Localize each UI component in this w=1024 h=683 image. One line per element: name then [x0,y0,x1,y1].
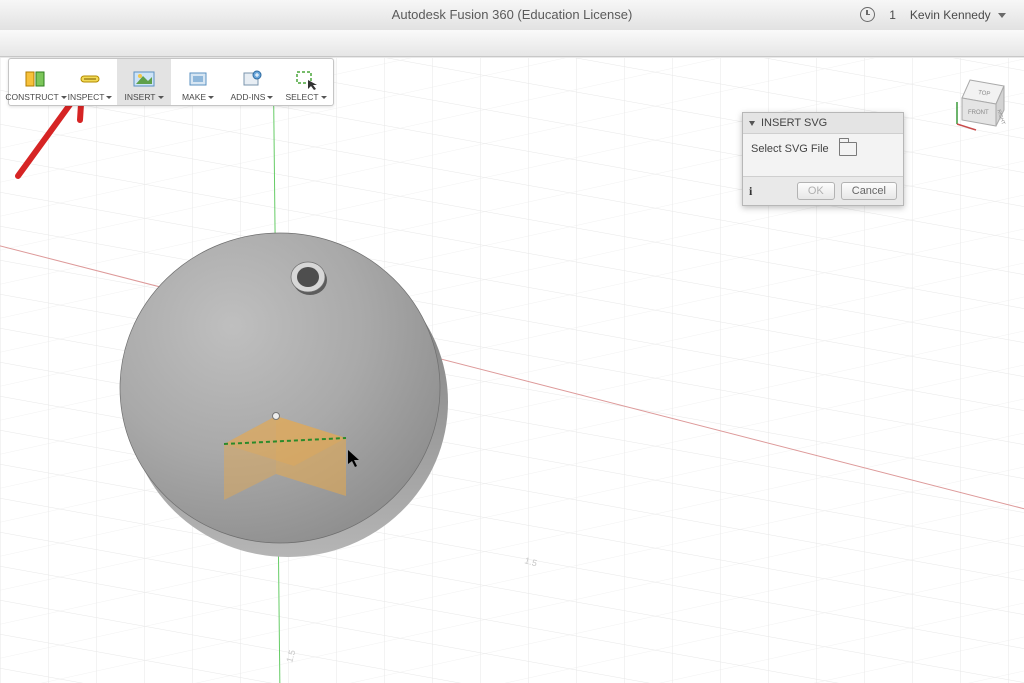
toolbar-insert[interactable]: INSERT [117,59,171,105]
inspect-icon [77,68,103,90]
dialog-title: INSERT SVG [761,117,827,129]
viewcube[interactable]: TOP FRONT RIGHT [952,72,1014,134]
chevron-down-icon [749,121,755,126]
toolbar-inspect[interactable]: INSPECT [63,59,117,105]
toolbar-construct[interactable]: CONSTRUCT [9,59,63,105]
svg-text:FRONT: FRONT [968,110,989,116]
dialog-titlebar[interactable]: INSERT SVG [743,113,903,134]
toolbar-select[interactable]: SELECT [279,59,333,105]
cancel-button[interactable]: Cancel [841,182,897,200]
construct-icon [23,68,49,90]
select-file-label: Select SVG File [751,143,829,155]
info-icon[interactable]: i [749,184,752,199]
select-icon [293,68,319,90]
notification-count[interactable]: 1 [889,8,896,22]
make-icon [185,68,211,90]
window-titlebar: Autodesk Fusion 360 (Education License) … [0,0,1024,31]
toolbar-addins[interactable]: ADD-INS [225,59,279,105]
chevron-down-icon [998,13,1006,18]
insert-svg-dialog: INSERT SVG Select SVG File i OK Cancel [742,112,904,206]
ok-button[interactable]: OK [797,182,835,200]
insert-icon [131,68,157,90]
quick-access-bar [0,30,1024,57]
clock-icon [860,7,875,22]
folder-open-icon[interactable] [839,142,857,156]
toolbar-make[interactable]: MAKE [171,59,225,105]
user-menu[interactable]: Kevin Kennedy [910,8,1006,22]
addins-icon [239,68,265,90]
user-name: Kevin Kennedy [910,8,991,22]
ribbon-toolbar: CONSTRUCT INSPECT INSERT MAKE ADD-INS SE… [8,58,334,106]
